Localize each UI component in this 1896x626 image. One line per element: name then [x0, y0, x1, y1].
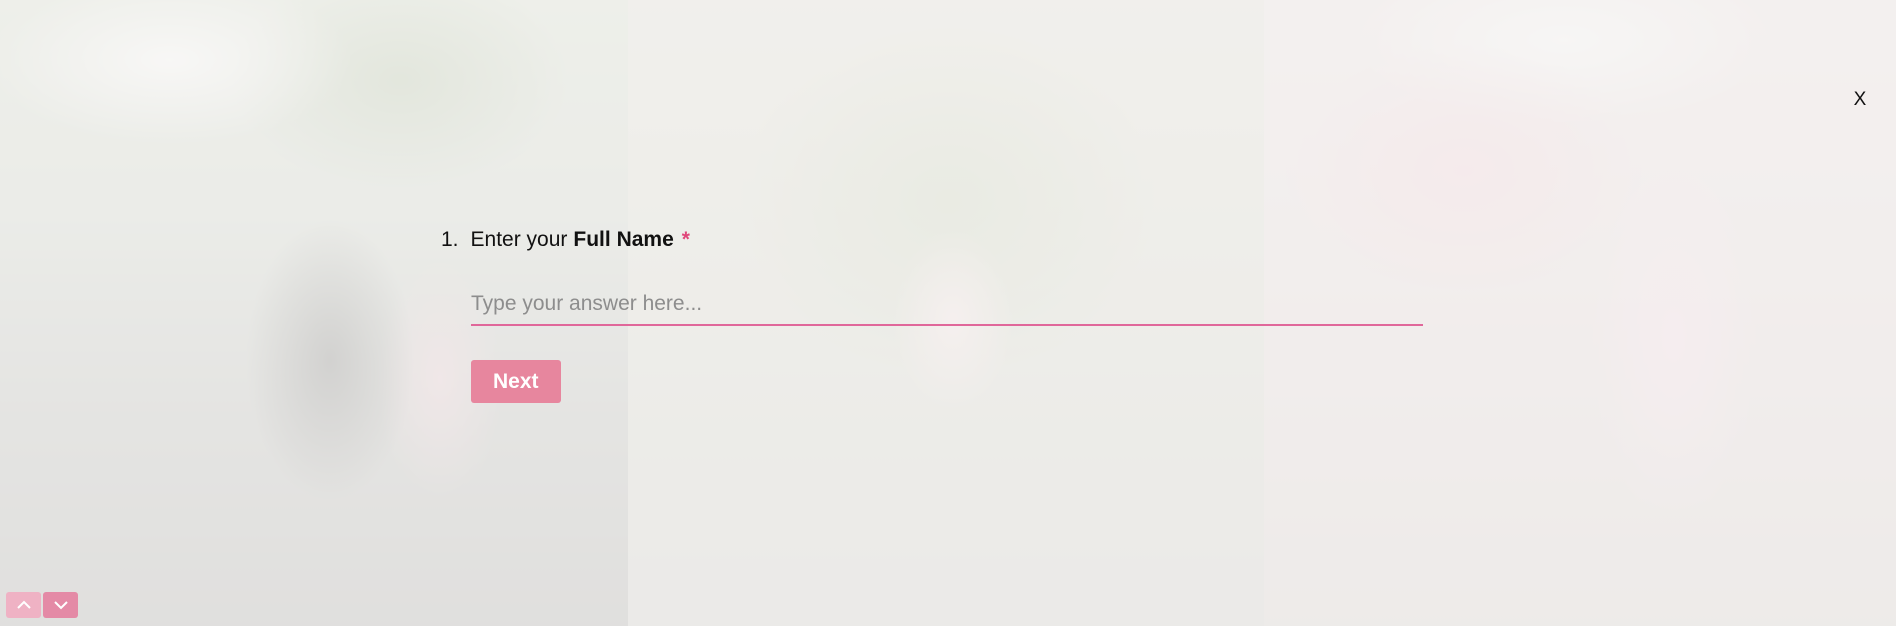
question-title: 1. Enter your Full Name * [441, 228, 1423, 256]
question-label: Enter your [470, 228, 568, 251]
full-name-input[interactable] [471, 288, 1423, 326]
chevron-up-icon [16, 600, 31, 609]
next-question-button[interactable] [43, 592, 78, 618]
answer-field-wrapper [471, 288, 1423, 326]
chevron-down-icon [53, 601, 68, 610]
question-number: 1. [441, 228, 459, 251]
previous-question-button[interactable] [6, 592, 41, 618]
next-button[interactable]: Next [471, 360, 561, 403]
form-stage: X 1. Enter your Full Name * Next [0, 0, 1896, 626]
question-navigation [6, 592, 78, 618]
close-button[interactable]: X [1848, 88, 1872, 112]
question-block: 1. Enter your Full Name * Next [441, 228, 1423, 403]
question-label-emphasis: Full Name [573, 228, 674, 251]
required-indicator: * [681, 228, 690, 251]
